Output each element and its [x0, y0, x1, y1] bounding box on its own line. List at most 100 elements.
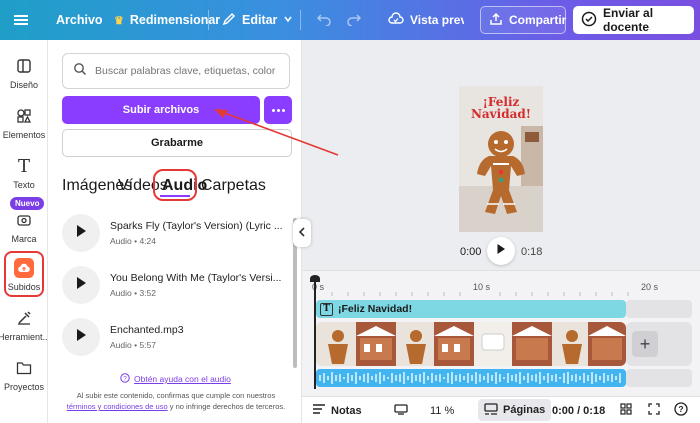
divider: [208, 10, 209, 30]
rail-item-projects[interactable]: Proyectos: [0, 358, 48, 392]
text-icon: T: [17, 155, 30, 177]
play-button[interactable]: [62, 214, 100, 252]
zoom-level[interactable]: 11 %: [430, 397, 454, 423]
rail-label: Texto: [13, 180, 35, 190]
new-badge: Nuevo: [10, 197, 45, 210]
edit-button[interactable]: Editar: [222, 0, 293, 40]
terms-link[interactable]: términos y condiciones de uso: [67, 402, 168, 411]
ruler-label: 10 s: [473, 282, 491, 292]
play-icon: [75, 328, 87, 347]
audio-meta: Audio • 3:52: [110, 288, 156, 298]
undo-button[interactable]: [316, 0, 332, 40]
rail-item-brand[interactable]: Marca: [0, 210, 48, 244]
audio-title: Enchanted.mp3: [110, 324, 184, 336]
upload-files-button[interactable]: Subir archivos: [62, 96, 260, 124]
duration-button[interactable]: [394, 397, 408, 423]
rail-item-elements[interactable]: Elementos: [0, 106, 48, 140]
design-page[interactable]: ¡Feliz Navidad!: [459, 86, 543, 232]
share-button[interactable]: Compartir: [480, 6, 566, 34]
grid-icon: [620, 403, 632, 418]
collapse-panel-button[interactable]: [293, 219, 311, 247]
redo-button[interactable]: [346, 0, 362, 40]
audio-clip[interactable]: [316, 369, 626, 387]
search-icon: [73, 62, 87, 81]
preview-button[interactable]: Vista previa: [384, 6, 472, 34]
search-input[interactable]: [95, 65, 280, 77]
gingerbread-image: [459, 126, 543, 232]
file-menu[interactable]: Archivo: [56, 0, 103, 40]
help-link[interactable]: ? Obtén ayuda con el audio: [120, 373, 231, 385]
tab-folders[interactable]: Carpetas: [201, 177, 266, 195]
audio-list-item[interactable]: You Belong With Me (Taylor's Versi... Au…: [62, 264, 292, 308]
help-link-label: Obtén ayuda con el audio: [134, 374, 231, 384]
text-clip[interactable]: T ¡Feliz Navidad!: [316, 300, 626, 318]
more-options-button[interactable]: [264, 96, 292, 124]
tools-icon: [14, 308, 34, 328]
legal-notice: Al subir este contenido, confirmas que c…: [62, 390, 290, 412]
chevron-left-icon: [298, 224, 306, 242]
pages-label: Páginas: [503, 404, 546, 416]
play-button[interactable]: [62, 266, 100, 304]
selection-highlight: [4, 251, 44, 297]
audio-title: You Belong With Me (Taylor's Versi...: [110, 272, 282, 284]
plus-icon: +: [639, 333, 651, 354]
play-icon: [496, 242, 506, 260]
tab-highlight-circle: [153, 169, 197, 201]
resize-button[interactable]: ♛ Redimensionar: [114, 0, 220, 40]
current-time: 0:00: [460, 246, 482, 258]
play-icon: [75, 224, 87, 243]
add-clip-button[interactable]: +: [632, 331, 658, 357]
fullscreen-button[interactable]: [648, 397, 660, 423]
help-circle-icon: ?: [120, 373, 130, 385]
search-box[interactable]: [62, 53, 290, 89]
bottom-bar: Notas 11 % Páginas 0:00 / 0:18 ?: [302, 396, 700, 423]
rail-item-design[interactable]: Diseño: [0, 56, 48, 90]
audio-track-empty: [626, 369, 692, 387]
svg-text:?: ?: [123, 376, 127, 383]
rail-label: Elementos: [2, 130, 46, 140]
ruler-ticks: [331, 292, 629, 296]
audio-list-item[interactable]: Enchanted.mp3 Audio • 5:57: [62, 316, 292, 360]
pages-button[interactable]: Páginas: [478, 399, 552, 421]
playhead[interactable]: [314, 277, 316, 389]
edit-label: Editar: [242, 13, 278, 27]
notes-icon: [312, 403, 326, 418]
canvas-play-button[interactable]: [487, 237, 515, 265]
layout-icon: [14, 56, 34, 76]
send-to-teacher-button[interactable]: Enviar al docente: [573, 6, 694, 34]
help-button[interactable]: ?: [674, 397, 688, 423]
text-clip-icon: T: [320, 302, 333, 316]
audio-waveform: [319, 372, 621, 384]
send-to-teacher-label: Enviar al docente: [603, 6, 654, 34]
rail-label: Diseño: [9, 80, 38, 90]
chevron-down-icon: [283, 13, 293, 27]
play-button[interactable]: [62, 318, 100, 356]
folder-icon: [14, 358, 34, 378]
rail-item-tools[interactable]: Herramient...: [0, 308, 51, 342]
record-button[interactable]: Grabarme: [62, 129, 292, 157]
rail-label: Herramient...: [0, 332, 51, 342]
audio-meta: Audio • 4:24: [110, 236, 156, 246]
file-menu-label: Archivo: [56, 13, 103, 27]
brand-icon: [14, 210, 34, 230]
audio-list-item[interactable]: Sparks Fly (Taylor's Version) (Lyric ...…: [62, 212, 292, 256]
video-clip[interactable]: [316, 322, 626, 366]
rail-item-text[interactable]: T Texto: [0, 155, 48, 191]
expand-icon: [648, 403, 660, 418]
timecode-label: 0:00 / 0:18: [552, 404, 606, 417]
rail-label: Proyectos: [3, 382, 45, 392]
zoom-label: 11 %: [430, 404, 455, 417]
resize-label: Redimensionar: [129, 13, 221, 27]
grid-view-button[interactable]: [620, 397, 632, 423]
share-icon: [489, 12, 503, 29]
shapes-icon: [14, 106, 34, 126]
notes-button[interactable]: Notas: [312, 397, 362, 423]
play-icon: [75, 276, 87, 295]
question-icon: ?: [674, 402, 688, 419]
svg-text:?: ?: [678, 404, 683, 414]
undo-icon: [316, 12, 332, 29]
menu-icon[interactable]: [14, 0, 36, 40]
text-track-empty: [626, 300, 692, 318]
video-thumbnails: [316, 322, 626, 366]
legal-prefix: Al subir este contenido, confirmas que c…: [76, 391, 276, 400]
